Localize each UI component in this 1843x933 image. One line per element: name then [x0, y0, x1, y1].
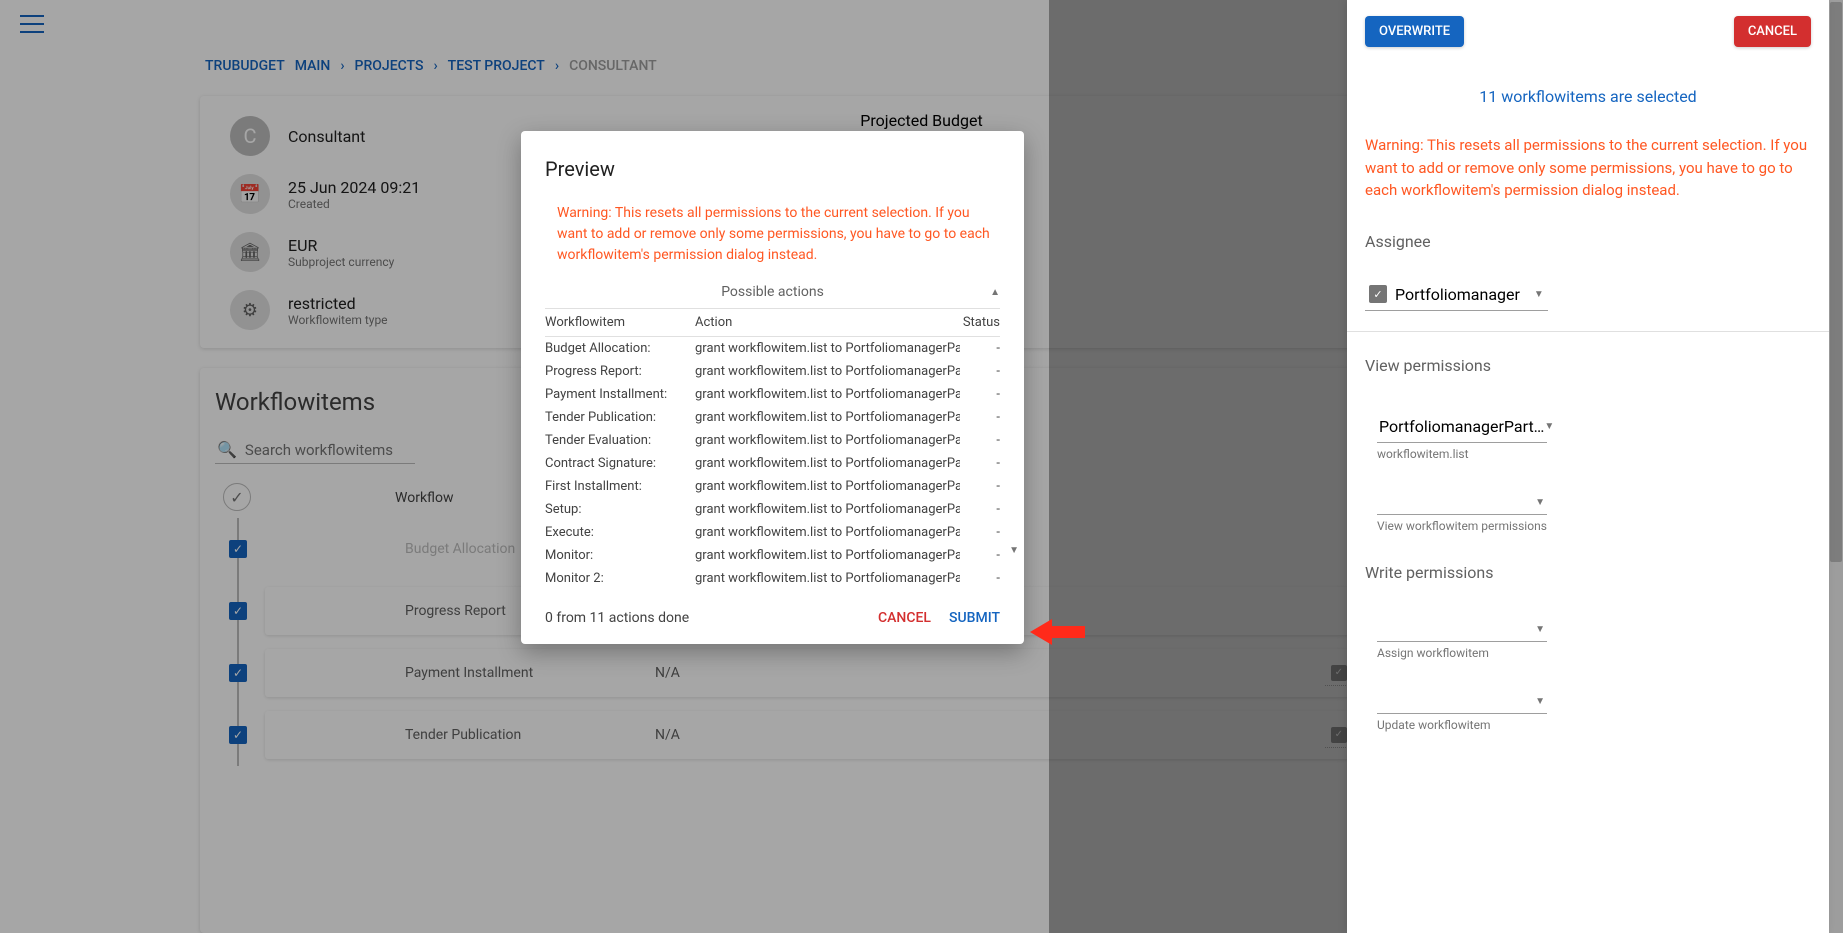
- view-permission-select-2[interactable]: ▼: [1377, 491, 1547, 515]
- annotation-arrow-icon: [1030, 617, 1085, 647]
- table-row: Payment Installment:grant workflowitem.l…: [545, 383, 1000, 406]
- table-row: Monitor:grant workflowitem.list to Portf…: [545, 544, 1000, 567]
- table-row: Monitor 2:grant workflowitem.list to Por…: [545, 567, 1000, 590]
- assignee-select[interactable]: ✓ Portfoliomanager ▼: [1365, 279, 1548, 311]
- chevron-down-icon: ▼: [1544, 421, 1554, 432]
- chevron-down-icon: ▼: [1535, 497, 1545, 508]
- table-row: Tender Publication:grant workflowitem.li…: [545, 406, 1000, 429]
- table-row: Budget Allocation:grant workflowitem.lis…: [545, 337, 1000, 360]
- overwrite-button[interactable]: OVERWRITE: [1365, 16, 1464, 47]
- scroll-down-icon[interactable]: ▼: [1009, 545, 1019, 556]
- possible-actions-label: Possible actions: [721, 284, 824, 300]
- write-permission-select-1[interactable]: ▼: [1377, 618, 1547, 642]
- chevron-down-icon: ▼: [1535, 624, 1545, 635]
- table-row: Tender Evaluation:grant workflowitem.lis…: [545, 429, 1000, 452]
- col-workflowitem: Workflowitem: [545, 315, 695, 330]
- preview-modal: Preview Warning: This resets all permiss…: [521, 131, 1024, 644]
- modal-title: Preview: [545, 157, 1000, 181]
- table-row: Progress Report:grant workflowitem.list …: [545, 360, 1000, 383]
- chevron-down-icon: ▼: [1534, 289, 1544, 300]
- view-permissions-label: View permissions: [1365, 356, 1811, 375]
- modal-submit-button[interactable]: SUBMIT: [949, 610, 1000, 626]
- warning-text: Warning: This resets all permissions to …: [1365, 134, 1811, 202]
- table-row: Contract Signature:grant workflowitem.li…: [545, 452, 1000, 475]
- progress-text: 0 from 11 actions done: [545, 610, 689, 626]
- col-status: Status: [960, 315, 1000, 330]
- assignee-label: Assignee: [1365, 232, 1811, 251]
- modal-cancel-button[interactable]: CANCEL: [878, 610, 931, 626]
- table-row: First Installment:grant workflowitem.lis…: [545, 475, 1000, 498]
- write-permission-select-2[interactable]: ▼: [1377, 690, 1547, 714]
- collapse-up-icon[interactable]: ▲: [990, 287, 1000, 298]
- write-permissions-label: Write permissions: [1365, 563, 1811, 582]
- helper-text: Update workflowitem: [1377, 718, 1811, 732]
- cancel-button[interactable]: CANCEL: [1734, 16, 1811, 47]
- selected-count: 11 workflowitems are selected: [1365, 87, 1811, 106]
- view-permission-select[interactable]: PortfoliomanagerPart… ▼: [1377, 411, 1547, 443]
- table-row: Execute:grant workflowitem.list to Portf…: [545, 521, 1000, 544]
- side-panel: OVERWRITE CANCEL 11 workflowitems are se…: [1347, 0, 1829, 933]
- chevron-down-icon: ▼: [1535, 696, 1545, 707]
- modal-warning: Warning: This resets all permissions to …: [545, 203, 1000, 266]
- helper-text: Assign workflowitem: [1377, 646, 1811, 660]
- helper-text: View workflowitem permissions: [1377, 519, 1811, 533]
- table-row: Setup:grant workflowitem.list to Portfol…: [545, 498, 1000, 521]
- helper-text: workflowitem.list: [1377, 447, 1811, 461]
- col-action: Action: [695, 315, 960, 330]
